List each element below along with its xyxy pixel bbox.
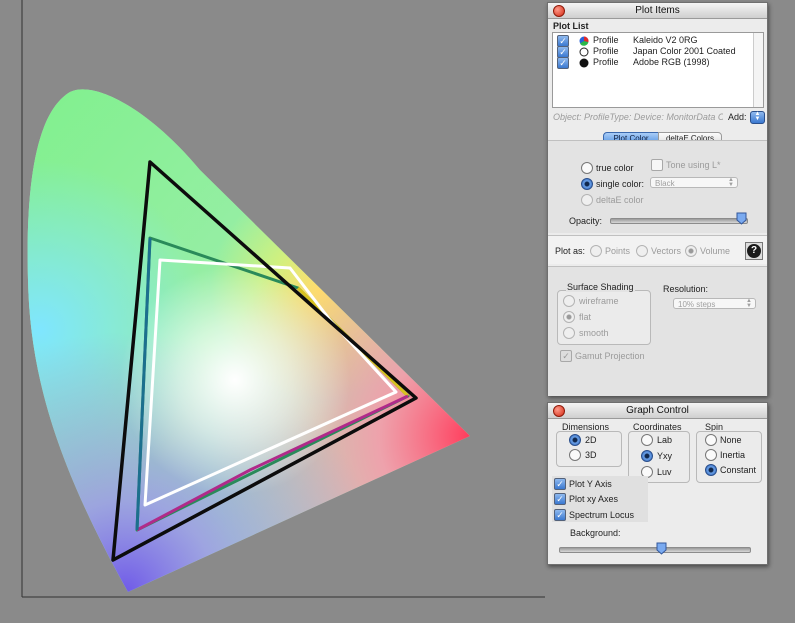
- radio-true-color[interactable]: [581, 162, 593, 174]
- radio-vectors[interactable]: [636, 245, 648, 257]
- plot-xy-axes-checkbox[interactable]: ✓: [554, 493, 566, 505]
- plot-as-section: Plot as: Points Vectors Volume ?: [548, 235, 767, 264]
- popup-arrows-icon: ▲ ▼: [728, 177, 734, 188]
- resolution-label: Resolution:: [663, 284, 709, 294]
- graph-control-titlebar[interactable]: Graph Control: [548, 403, 767, 419]
- single-color-popup[interactable]: Black ▲ ▼: [650, 177, 738, 188]
- single-color-label: single color:: [596, 179, 645, 189]
- radio-points[interactable]: [590, 245, 602, 257]
- add-label: Add:: [728, 112, 747, 122]
- item-name: Kaleido V2 0RG: [633, 35, 698, 45]
- add-popup-button[interactable]: ▲ ▼: [750, 111, 765, 124]
- wireframe-label: wireframe: [579, 296, 619, 306]
- plot-list-header: Plot List: [553, 21, 589, 31]
- single-color-value: Black: [655, 179, 675, 188]
- close-icon[interactable]: [553, 5, 565, 17]
- gamut-projection-label: Gamut Projection: [575, 351, 645, 361]
- plot-as-label: Plot as:: [555, 246, 586, 256]
- radio-3d[interactable]: [569, 449, 581, 461]
- none-label: None: [720, 435, 742, 445]
- radio-smooth[interactable]: [563, 327, 575, 339]
- black-swatch-icon: [579, 58, 589, 68]
- radio-flat[interactable]: [563, 311, 575, 323]
- list-scrollbar[interactable]: [753, 33, 763, 107]
- background-slider-thumb[interactable]: [656, 542, 667, 555]
- radio-inertia[interactable]: [705, 449, 717, 461]
- radio-yxy[interactable]: [641, 450, 653, 462]
- background-label: Background:: [570, 528, 621, 538]
- radio-2d[interactable]: [569, 434, 581, 446]
- chromaticity-plot[interactable]: [0, 0, 545, 623]
- flat-label: flat: [579, 312, 592, 322]
- plot-items-panel: Plot Items Plot List ✓ Profile Kaleido V…: [547, 2, 768, 396]
- help-button[interactable]: ?: [745, 242, 763, 260]
- luv-label: Luv: [657, 467, 672, 477]
- white-swatch-icon: [579, 47, 589, 57]
- plot-list[interactable]: ✓ Profile Kaleido V2 0RG ✓ Profile Japan…: [552, 32, 764, 108]
- plot-items-titlebar[interactable]: Plot Items: [548, 3, 767, 19]
- plot-xy-axes-label: Plot xy Axes: [569, 494, 619, 504]
- 2d-label: 2D: [585, 435, 597, 445]
- popup-arrows-icon: ▲ ▼: [746, 298, 752, 309]
- background-slider[interactable]: [559, 547, 751, 553]
- radio-volume[interactable]: [685, 245, 697, 257]
- surface-shading-title: Surface Shading: [566, 282, 635, 292]
- plot-y-axis-label: Plot Y Axis: [569, 479, 612, 489]
- vectors-label: Vectors: [651, 246, 682, 256]
- graph-control-panel: Graph Control Dimensions 2D 3D Coordinat…: [547, 402, 768, 565]
- rgb-swatch-icon: [579, 36, 589, 46]
- resolution-popup[interactable]: 10% steps ▲ ▼: [673, 298, 756, 309]
- tone-using-checkbox[interactable]: [651, 159, 663, 171]
- plot-color-section: true color single color: deltaE color To…: [548, 140, 767, 233]
- spectrum-locus-label: Spectrum Locus: [569, 510, 635, 520]
- deltae-color-label: deltaE color: [596, 195, 644, 205]
- radio-single-color[interactable]: [581, 178, 593, 190]
- help-icon: ?: [747, 244, 761, 258]
- tone-using-label: Tone using L*: [666, 160, 721, 170]
- graph-control-title: Graph Control: [626, 405, 689, 416]
- smooth-label: smooth: [579, 328, 609, 338]
- volume-label: Volume: [700, 246, 731, 256]
- item-type: Profile: [593, 35, 619, 45]
- plot-y-axis-checkbox[interactable]: ✓: [554, 478, 566, 490]
- opacity-slider[interactable]: [610, 218, 748, 224]
- plot-items-title: Plot Items: [635, 5, 680, 16]
- lab-label: Lab: [657, 435, 673, 445]
- radio-none[interactable]: [705, 434, 717, 446]
- item-type: Profile: [593, 46, 619, 56]
- radio-wireframe[interactable]: [563, 295, 575, 307]
- list-item[interactable]: ✓ Profile Adobe RGB (1998): [557, 57, 757, 69]
- radio-constant[interactable]: [705, 464, 717, 476]
- inertia-label: Inertia: [720, 450, 746, 460]
- spectrum-locus-checkbox[interactable]: ✓: [554, 509, 566, 521]
- spectrum-locus: [27, 89, 471, 593]
- points-label: Points: [605, 246, 631, 256]
- constant-label: Constant: [720, 465, 757, 475]
- object-info-text: Object: ProfileType: Device: MonitorData…: [553, 112, 723, 122]
- item-name: Japan Color 2001 Coated: [633, 46, 736, 56]
- item-type: Profile: [593, 57, 619, 67]
- volume-options-section: Surface Shading wireframe flat smooth Re…: [548, 266, 767, 396]
- gamut-projection-checkbox[interactable]: ✓: [560, 350, 572, 362]
- list-item[interactable]: ✓ Profile Japan Color 2001 Coated: [557, 46, 757, 58]
- 3d-label: 3D: [585, 450, 597, 460]
- true-color-label: true color: [596, 163, 634, 173]
- yxy-label: Yxy: [657, 451, 673, 461]
- resolution-value: 10% steps: [678, 300, 716, 309]
- opacity-slider-thumb[interactable]: [736, 212, 747, 225]
- close-icon[interactable]: [553, 405, 565, 417]
- radio-deltae-color[interactable]: [581, 194, 593, 206]
- list-item[interactable]: ✓ Profile Kaleido V2 0RG: [557, 35, 757, 47]
- opacity-label: Opacity:: [569, 216, 603, 226]
- radio-lab[interactable]: [641, 434, 653, 446]
- checkbox-item-3[interactable]: ✓: [557, 57, 569, 69]
- item-name: Adobe RGB (1998): [633, 57, 710, 67]
